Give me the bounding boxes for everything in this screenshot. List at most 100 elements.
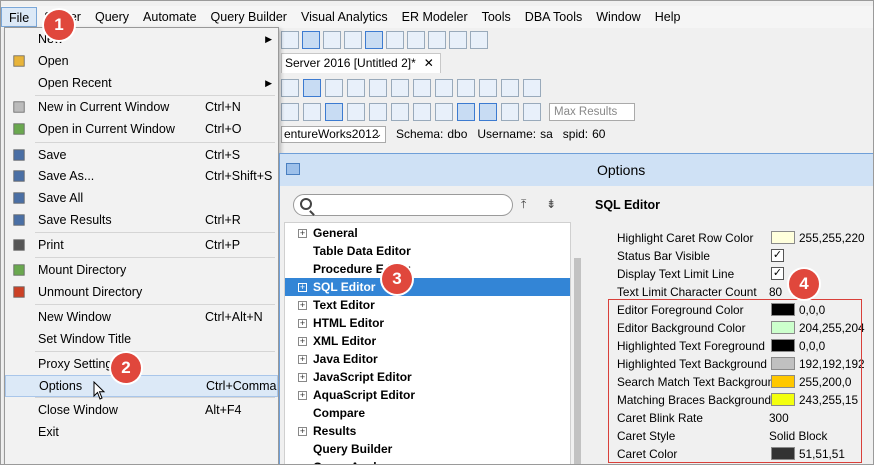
options-tree-item[interactable]: + Results	[285, 422, 570, 440]
toolbar-button[interactable]	[391, 79, 409, 97]
menu-file[interactable]: File	[1, 7, 38, 27]
options-tree-item[interactable]: + AquaScript Editor	[285, 386, 570, 404]
options-tree-item[interactable]: Table Data Editor	[285, 242, 570, 260]
toolbar-button[interactable]	[457, 79, 475, 97]
options-tree-item[interactable]: + HTML Editor	[285, 314, 570, 332]
menu-item-options[interactable]: Options Ctrl+Comma	[5, 375, 278, 397]
options-tree-item[interactable]: Compare	[285, 404, 570, 422]
menu-visual-analytics[interactable]: Visual Analytics	[294, 7, 395, 27]
toolbar-button[interactable]	[449, 31, 467, 49]
toolbar-button[interactable]	[302, 31, 320, 49]
options-tree-item[interactable]: Query Builder	[285, 440, 570, 458]
toolbar-button[interactable]	[501, 79, 519, 97]
toolbar-button[interactable]	[365, 31, 383, 49]
expand-all-icon[interactable]: ⤒	[521, 197, 526, 212]
options-tree-item[interactable]: + General	[285, 224, 570, 242]
toolbar-button[interactable]	[391, 103, 409, 121]
options-tree-item[interactable]: + XML Editor	[285, 332, 570, 350]
expand-icon[interactable]: +	[298, 282, 307, 292]
toolbar-button[interactable]	[344, 31, 362, 49]
expand-icon[interactable]: +	[298, 390, 307, 400]
database-select[interactable]: entureWorks2012 ⌄	[281, 125, 386, 143]
toolbar-button[interactable]	[457, 103, 475, 121]
checkbox[interactable]: ✓	[771, 249, 784, 262]
menu-item-set-window-title[interactable]: Set Window Title	[5, 328, 278, 350]
max-results-input[interactable]: Max Results	[549, 103, 635, 121]
toolbar-button[interactable]	[325, 79, 343, 97]
toolbar-button[interactable]	[501, 103, 519, 121]
menu-item-new-window[interactable]: New Window Ctrl+Alt+N	[5, 306, 278, 328]
toolbar-button[interactable]	[325, 103, 343, 121]
menu-item-close-window[interactable]: Close Window Alt+F4	[5, 399, 278, 421]
property-value[interactable]: 80	[769, 285, 782, 299]
toolbar-button[interactable]	[523, 103, 541, 121]
property-row[interactable]: Status Bar Visible ✓	[609, 247, 871, 265]
toolbar-button[interactable]	[369, 103, 387, 121]
options-tree-item[interactable]: + Text Editor	[285, 296, 570, 314]
property-row[interactable]: Highlight Caret Row Color 255,255,220	[609, 229, 871, 247]
menu-item-mount-directory[interactable]: Mount Directory	[5, 259, 278, 281]
expand-icon[interactable]: +	[298, 354, 307, 364]
menu-item-open[interactable]: Open	[5, 50, 278, 72]
menu-er-modeler[interactable]: ER Modeler	[395, 7, 475, 27]
menu-item-proxy-settings[interactable]: Proxy Settings	[5, 353, 278, 375]
options-tree-item[interactable]: + SQL Editor	[285, 278, 570, 296]
toolbar-button[interactable]	[323, 31, 341, 49]
menu-item-save[interactable]: Save Ctrl+S	[5, 144, 278, 166]
toolbar-button[interactable]	[303, 103, 321, 121]
toolbar-button[interactable]	[470, 31, 488, 49]
toolbar-button[interactable]	[435, 79, 453, 97]
checkbox[interactable]: ✓	[771, 267, 784, 280]
options-tree-item[interactable]: Procedure Editor	[285, 260, 570, 278]
expand-icon[interactable]: +	[298, 300, 307, 310]
menu-item-print[interactable]: Print Ctrl+P	[5, 234, 278, 256]
menu-item-save-as[interactable]: Save As... Ctrl+Shift+S	[5, 165, 278, 187]
expand-icon[interactable]: +	[298, 318, 307, 328]
options-tree-item[interactable]: + Java Editor	[285, 350, 570, 368]
collapse-all-icon[interactable]: ⇟	[546, 197, 556, 211]
property-row[interactable]: Display Text Limit Line ✓	[609, 265, 871, 283]
menu-query-builder[interactable]: Query Builder	[204, 7, 294, 27]
toolbar-button[interactable]	[281, 31, 299, 49]
toolbar-button[interactable]	[413, 103, 431, 121]
expand-icon[interactable]: +	[298, 426, 307, 436]
expand-icon[interactable]: +	[298, 372, 307, 382]
toolbar-button[interactable]	[386, 31, 404, 49]
menu-dba-tools[interactable]: DBA Tools	[518, 7, 589, 27]
options-tree-item[interactable]: Query Analyzer	[285, 458, 570, 464]
menu-item-new-in-current-window[interactable]: New in Current Window Ctrl+N	[5, 96, 278, 118]
scrollbar-thumb[interactable]	[574, 258, 581, 464]
toolbar-button[interactable]	[407, 31, 425, 49]
expand-icon[interactable]: +	[298, 228, 307, 238]
color-swatch[interactable]	[771, 231, 795, 244]
search-input[interactable]	[293, 194, 513, 216]
toolbar-button[interactable]	[479, 103, 497, 121]
menu-tools[interactable]: Tools	[475, 7, 518, 27]
scrollbar[interactable]	[573, 222, 582, 464]
toolbar-button[interactable]	[347, 103, 365, 121]
toolbar-button[interactable]	[428, 31, 446, 49]
menu-item-open-in-current-window[interactable]: Open in Current Window Ctrl+O	[5, 118, 278, 140]
toolbar-button[interactable]	[479, 79, 497, 97]
menu-item-unmount-directory[interactable]: Unmount Directory	[5, 281, 278, 303]
menu-item-open-recent[interactable]: Open Recent ▶	[5, 72, 278, 94]
toolbar-button[interactable]	[281, 79, 299, 97]
toolbar-button[interactable]	[523, 79, 541, 97]
toolbar-button[interactable]	[413, 79, 431, 97]
menu-item-save-all[interactable]: Save All	[5, 187, 278, 209]
options-tree-item[interactable]: + JavaScript Editor	[285, 368, 570, 386]
expand-icon[interactable]: +	[298, 336, 307, 346]
toolbar-button[interactable]	[281, 103, 299, 121]
menu-help[interactable]: Help	[648, 7, 688, 27]
menu-query[interactable]: Query	[88, 7, 136, 27]
close-icon[interactable]: ✕	[424, 54, 434, 73]
toolbar-button[interactable]	[435, 103, 453, 121]
editor-tab[interactable]: Server 2016 [Untitled 2]* ✕	[281, 53, 441, 73]
menu-window[interactable]: Window	[589, 7, 647, 27]
toolbar-button[interactable]	[303, 79, 321, 97]
menu-automate[interactable]: Automate	[136, 7, 204, 27]
toolbar-button[interactable]	[369, 79, 387, 97]
menu-item-exit[interactable]: Exit	[5, 421, 278, 443]
menu-item-save-results[interactable]: Save Results Ctrl+R	[5, 209, 278, 231]
toolbar-button[interactable]	[347, 79, 365, 97]
